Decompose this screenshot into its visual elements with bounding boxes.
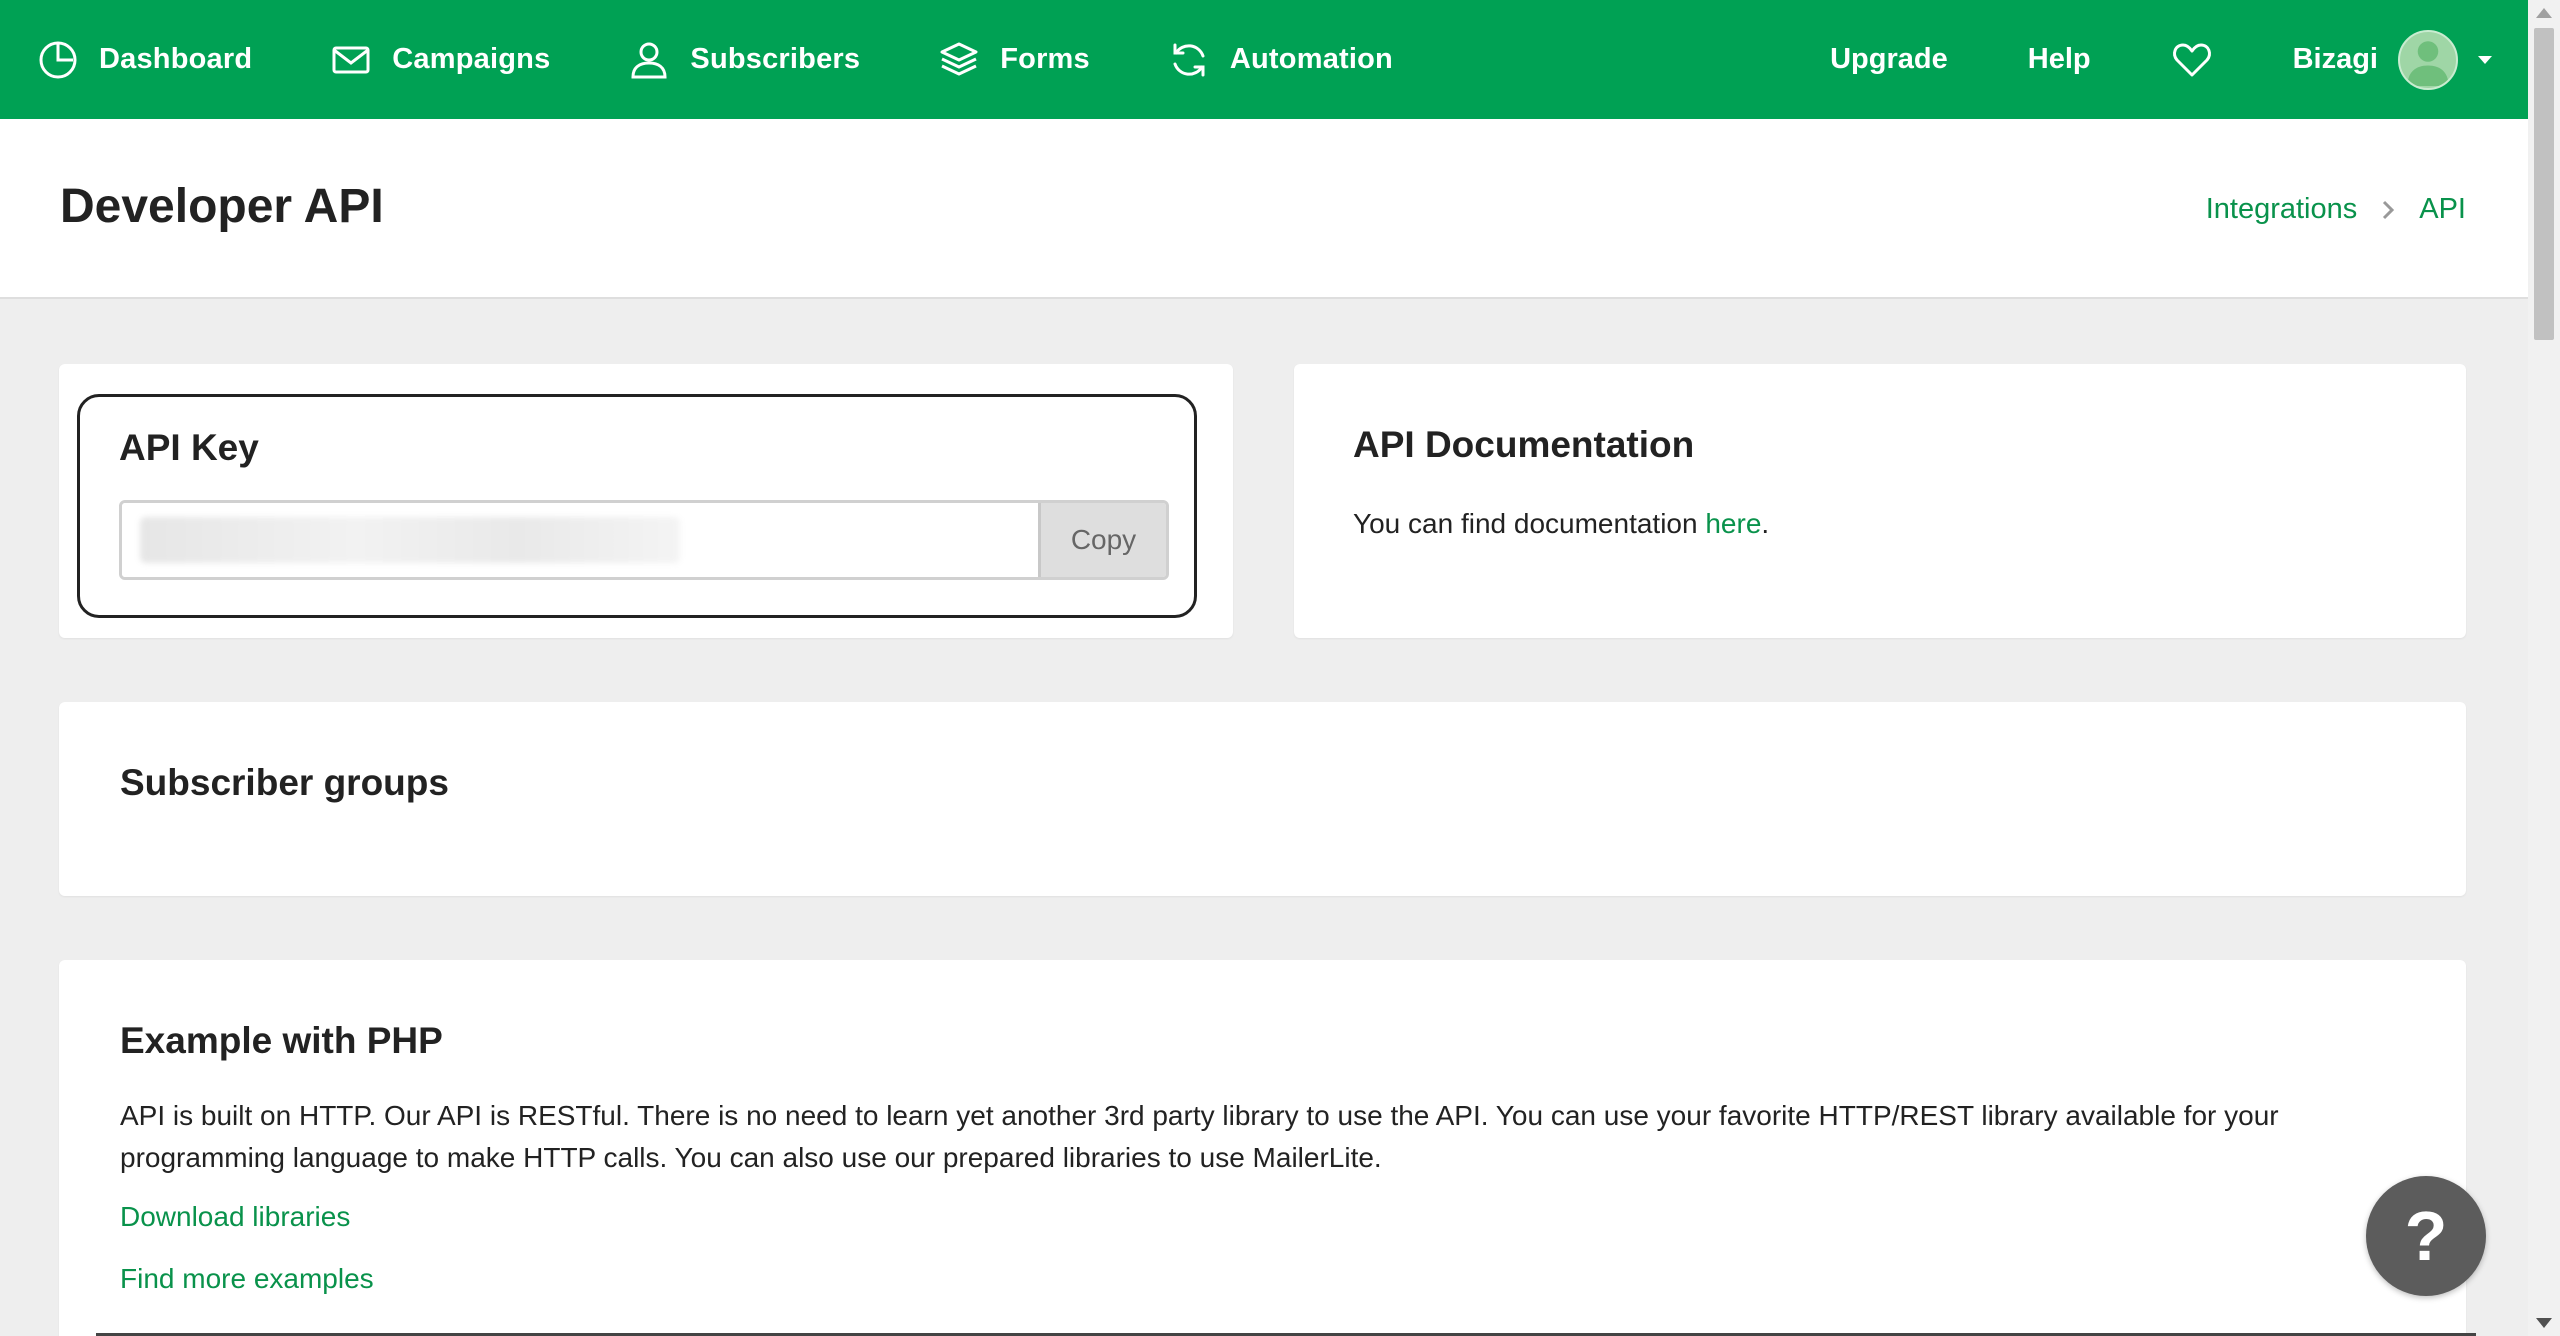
nav-dashboard[interactable]: Dashboard bbox=[37, 0, 252, 119]
api-documentation-text: You can find documentation here. bbox=[1353, 508, 1769, 540]
chevron-down-icon[interactable] bbox=[2476, 54, 2494, 66]
nav-left: Dashboard Campaigns Subscribers Forms Au… bbox=[37, 0, 1471, 119]
page-header: Developer API Integrations API bbox=[0, 119, 2528, 299]
php-example-card: Example with PHP API is built on HTTP. O… bbox=[59, 960, 2466, 1336]
avatar[interactable] bbox=[2398, 29, 2458, 90]
user-icon bbox=[628, 39, 670, 81]
api-key-value-redacted bbox=[140, 517, 680, 563]
nav-forms-label: Forms bbox=[1000, 43, 1090, 75]
api-key-box: API Key Copy bbox=[77, 394, 1197, 618]
api-key-input[interactable] bbox=[122, 503, 1038, 577]
upgrade-link[interactable]: Upgrade bbox=[1830, 43, 1948, 76]
help-link[interactable]: Help bbox=[2028, 43, 2091, 76]
api-key-title: API Key bbox=[119, 427, 259, 468]
doc-text-prefix: You can find documentation bbox=[1353, 508, 1706, 539]
dashboard-clock-icon bbox=[37, 39, 79, 81]
heart-icon[interactable] bbox=[2171, 39, 2213, 81]
help-chat-button[interactable]: ? bbox=[2366, 1176, 2486, 1296]
nav-automation[interactable]: Automation bbox=[1168, 0, 1393, 119]
api-documentation-title: API Documentation bbox=[1353, 424, 1695, 465]
scroll-up-arrow-icon[interactable] bbox=[2536, 8, 2552, 18]
user-name[interactable]: Bizagi bbox=[2293, 43, 2378, 76]
subscriber-groups-title: Subscriber groups bbox=[120, 762, 449, 803]
nav-campaigns[interactable]: Campaigns bbox=[330, 0, 550, 119]
top-nav: Dashboard Campaigns Subscribers Forms Au… bbox=[0, 0, 2528, 119]
api-key-card: API Key Copy bbox=[59, 364, 1233, 638]
scroll-down-arrow-icon[interactable] bbox=[2536, 1318, 2552, 1328]
scrollbar[interactable] bbox=[2528, 0, 2560, 1336]
nav-campaigns-label: Campaigns bbox=[392, 43, 551, 75]
nav-dashboard-label: Dashboard bbox=[99, 43, 253, 75]
breadcrumb-api[interactable]: API bbox=[2419, 193, 2466, 226]
breadcrumb: Integrations API bbox=[2206, 193, 2466, 226]
nav-subscribers-label: Subscribers bbox=[690, 43, 861, 75]
breadcrumb-integrations[interactable]: Integrations bbox=[2206, 193, 2358, 226]
scroll-thumb[interactable] bbox=[2534, 28, 2554, 340]
api-documentation-card: API Documentation You can find documenta… bbox=[1294, 364, 2466, 638]
layers-icon bbox=[938, 39, 980, 81]
nav-subscribers[interactable]: Subscribers bbox=[628, 0, 860, 119]
subscriber-groups-card: Subscriber groups bbox=[59, 702, 2466, 896]
nav-forms[interactable]: Forms bbox=[938, 0, 1090, 119]
envelope-icon bbox=[330, 39, 372, 81]
chevron-right-icon bbox=[2381, 199, 2395, 221]
doc-text-suffix: . bbox=[1761, 508, 1770, 539]
nav-automation-label: Automation bbox=[1229, 43, 1393, 75]
download-libraries-link[interactable]: Download libraries bbox=[120, 1201, 350, 1233]
page-title: Developer API bbox=[60, 180, 384, 233]
nav-right: Upgrade Help Bizagi bbox=[1830, 0, 2528, 119]
php-example-title: Example with PHP bbox=[120, 1020, 443, 1061]
copy-button[interactable]: Copy bbox=[1038, 503, 1166, 577]
api-key-field: Copy bbox=[119, 500, 1169, 580]
php-example-description: API is built on HTTP. Our API is RESTful… bbox=[120, 1100, 2279, 1173]
find-more-examples-link[interactable]: Find more examples bbox=[120, 1263, 374, 1295]
refresh-icon bbox=[1168, 39, 1210, 81]
documentation-link[interactable]: here bbox=[1705, 508, 1761, 539]
